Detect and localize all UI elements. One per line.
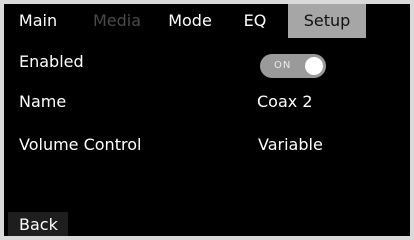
settings-screen: Main Media Mode EQ Setup Enabled ON Name… [4, 4, 410, 236]
toggle-state-text: ON [274, 60, 292, 71]
tab-main[interactable]: Main [14, 4, 62, 38]
volume-control-label: Volume Control [19, 135, 142, 154]
tab-mode[interactable]: Mode [162, 4, 218, 38]
name-value[interactable]: Coax 2 [257, 92, 313, 111]
name-label: Name [19, 92, 67, 111]
tab-media: Media [92, 11, 142, 30]
back-button[interactable]: Back [8, 212, 68, 236]
tab-bar: Main Media Mode EQ Setup [4, 4, 410, 38]
enabled-label: Enabled [19, 52, 84, 71]
volume-control-value[interactable]: Variable [258, 135, 323, 154]
tab-eq[interactable]: EQ [240, 4, 270, 38]
enabled-toggle[interactable]: ON [260, 54, 326, 78]
toggle-knob [305, 57, 323, 75]
tab-setup[interactable]: Setup [288, 4, 366, 38]
